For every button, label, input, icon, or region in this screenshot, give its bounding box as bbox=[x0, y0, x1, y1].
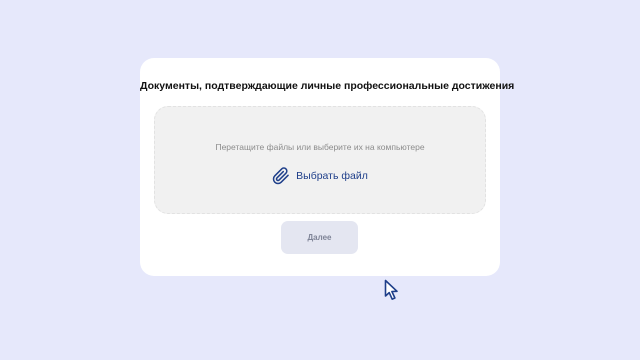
paperclip-icon bbox=[272, 167, 290, 185]
mouse-pointer-icon bbox=[384, 279, 400, 301]
upload-card: Документы, подтверждающие личные професс… bbox=[140, 58, 515, 276]
choose-file-button[interactable]: Выбрать файл bbox=[155, 167, 485, 185]
dropzone-hint: Перетащите файлы или выберите их на комп… bbox=[215, 142, 425, 152]
card-title: Документы, подтверждающие личные професс… bbox=[140, 80, 515, 92]
next-button[interactable]: Далее bbox=[281, 221, 358, 254]
choose-file-label: Выбрать файл bbox=[296, 170, 368, 182]
file-dropzone[interactable]: Перетащите файлы или выберите их на комп… bbox=[154, 106, 486, 214]
